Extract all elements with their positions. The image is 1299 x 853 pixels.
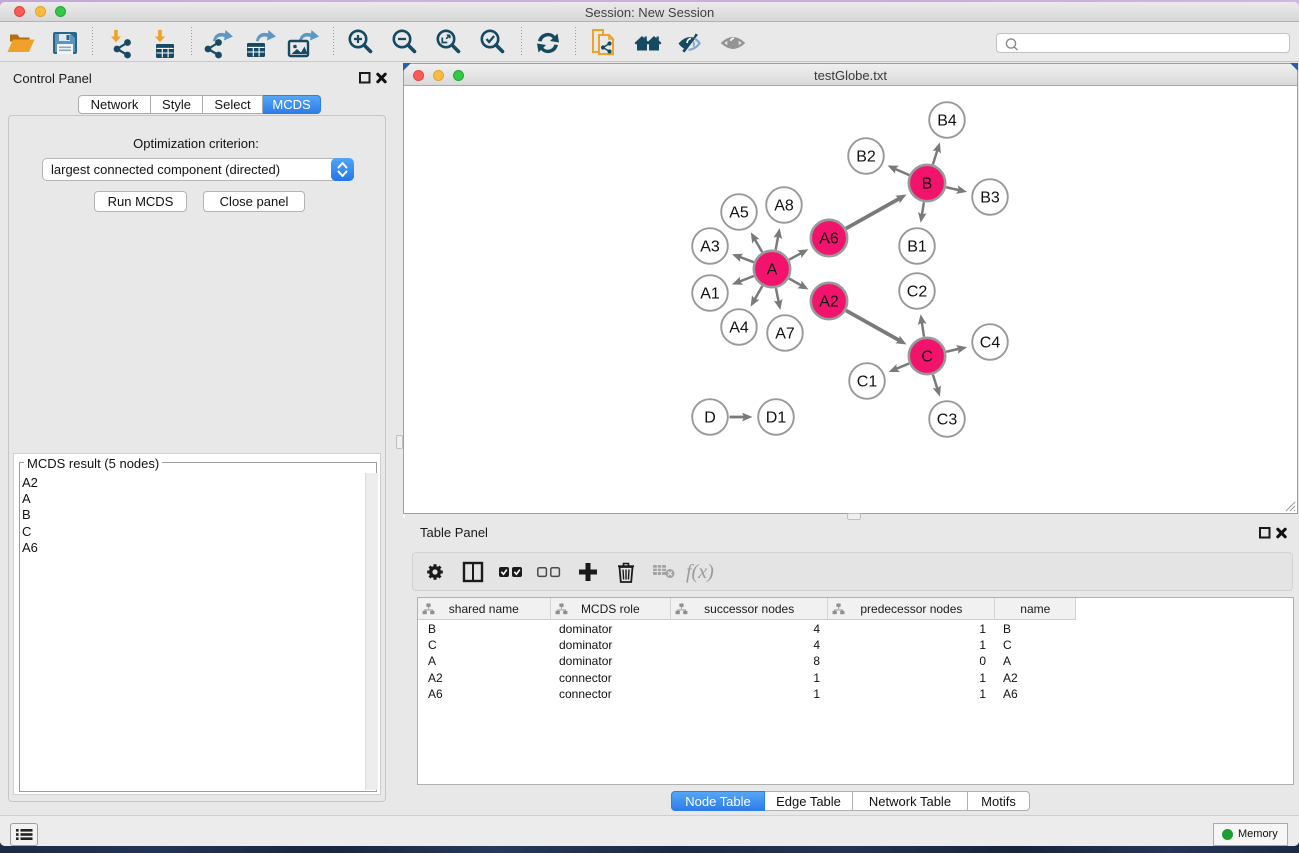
svg-text:D1: D1 <box>766 410 787 427</box>
svg-text:A3: A3 <box>700 239 720 256</box>
svg-text:C4: C4 <box>980 335 1001 352</box>
svg-text:B4: B4 <box>937 113 957 130</box>
svg-text:A8: A8 <box>774 198 794 215</box>
svg-text:f(x): f(x) <box>686 561 714 583</box>
svg-text:A7: A7 <box>775 326 795 343</box>
svg-text:A6: A6 <box>819 231 839 248</box>
svg-text:B2: B2 <box>856 149 876 166</box>
svg-text:C2: C2 <box>907 284 928 301</box>
svg-text:C: C <box>921 349 933 366</box>
svg-text:C3: C3 <box>937 412 958 429</box>
svg-text:A2: A2 <box>819 294 839 311</box>
svg-text:B3: B3 <box>980 190 1000 207</box>
svg-text:B1: B1 <box>907 239 927 256</box>
svg-text:A4: A4 <box>729 320 749 337</box>
svg-text:B: B <box>922 176 933 193</box>
svg-text:D: D <box>704 410 716 427</box>
svg-text:C1: C1 <box>857 374 878 391</box>
svg-text:A: A <box>767 262 778 279</box>
svg-text:A1: A1 <box>700 286 720 303</box>
svg-text:A5: A5 <box>729 205 749 222</box>
